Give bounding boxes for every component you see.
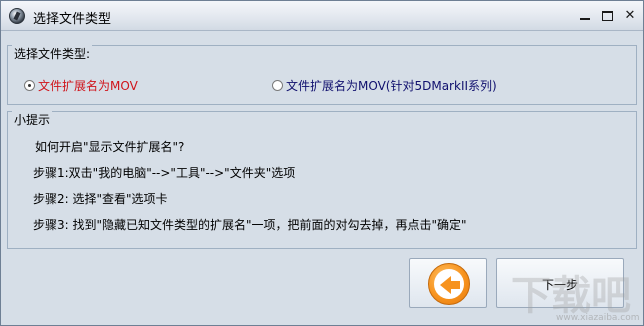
tip-line: 如何开启"显示文件扩展名"? (35, 140, 185, 154)
dialog-window: 选择文件类型 ✕ 选择文件类型: 文件扩展名为MOV 文件扩展名为MOV(针对5… (0, 0, 644, 326)
radio-mov-5dmarkii[interactable]: 文件扩展名为MOV(针对5DMarkII系列) (272, 77, 497, 94)
window-title: 选择文件类型 (33, 12, 112, 27)
radio-mov-5dmarkii-label: 文件扩展名为MOV(针对5DMarkII系列) (286, 79, 497, 93)
tips-group-label: 小提示 (12, 111, 53, 128)
file-type-group-label: 选择文件类型: (12, 45, 93, 62)
title-bar[interactable]: 选择文件类型 ✕ (1, 1, 643, 31)
maximize-button[interactable] (599, 7, 617, 25)
minimize-button[interactable] (576, 7, 594, 25)
tips-group: 小提示 如何开启"显示文件扩展名"? 步骤1:双击"我的电脑"-->"工具"--… (7, 111, 637, 249)
back-button[interactable] (409, 258, 487, 308)
app-icon (9, 8, 25, 24)
tip-line: 步骤3: 找到"隐藏已知文件类型的扩展名"一项，把前面的对勾去掉，再点击"确定" (33, 218, 467, 232)
minimize-icon (580, 18, 590, 20)
maximize-icon (602, 11, 613, 21)
radio-mov-label: 文件扩展名为MOV (38, 79, 138, 93)
file-type-group: 选择文件类型: 文件扩展名为MOV 文件扩展名为MOV(针对5DMarkII系列… (7, 45, 637, 105)
watermark-url: www.xiazaiba.com (556, 313, 640, 323)
radio-unselected-icon[interactable] (272, 80, 283, 91)
radio-mov[interactable]: 文件扩展名为MOV (24, 77, 138, 94)
radio-selected-icon[interactable] (24, 80, 35, 91)
close-button[interactable]: ✕ (621, 7, 639, 25)
left-arrow-icon (428, 263, 470, 305)
tip-line: 步骤2: 选择"查看"选项卡 (33, 192, 168, 206)
tip-line: 步骤1:双击"我的电脑"-->"工具"-->"文件夹"选项 (33, 166, 296, 180)
